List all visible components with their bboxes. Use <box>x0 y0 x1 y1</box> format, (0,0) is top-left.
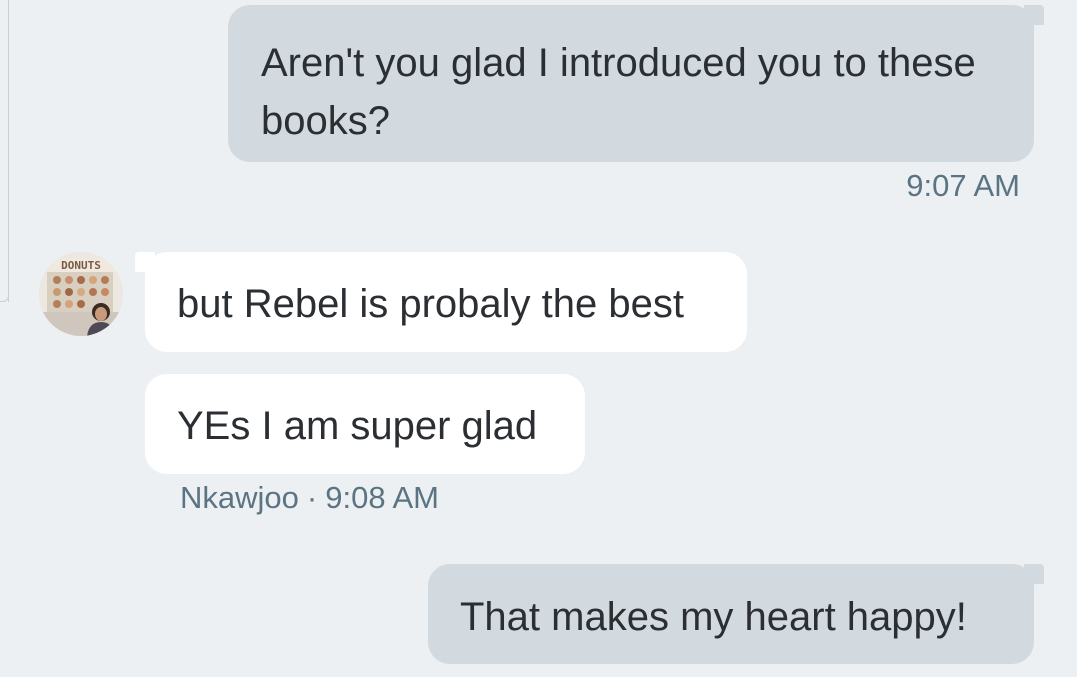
bubble-tail <box>1024 5 1044 25</box>
incoming-message-2[interactable]: YEs I am super glad <box>145 374 585 474</box>
avatar-sign-text: DONUTS <box>61 259 101 272</box>
message-text: but Rebel is probaly the best <box>177 282 684 326</box>
avatar-photo: DONUTS <box>39 252 123 336</box>
meta-separator: · <box>306 480 318 515</box>
message-text: YEs I am super glad <box>177 404 538 448</box>
conversation-panel-edge <box>8 0 9 302</box>
bubble-tail <box>135 252 155 272</box>
avatar[interactable]: DONUTS <box>39 252 123 336</box>
message-timestamp: 9:08 AM <box>325 480 439 515</box>
outgoing-message-1[interactable]: Aren't you glad I introduced you to thes… <box>228 5 1044 162</box>
message-text: Aren't you glad I introduced you to thes… <box>261 41 976 143</box>
message-sender-meta: Nkawjoo · 9:08 AM <box>180 480 439 516</box>
bubble-tail <box>1024 564 1044 584</box>
incoming-message-1[interactable]: but Rebel is probaly the best <box>135 252 747 352</box>
message-text: That makes my heart happy! <box>460 595 967 639</box>
message-timestamp: 9:07 AM <box>906 168 1020 203</box>
sender-name[interactable]: Nkawjoo <box>180 480 299 515</box>
outgoing-message-2[interactable]: That makes my heart happy! <box>428 564 1044 664</box>
